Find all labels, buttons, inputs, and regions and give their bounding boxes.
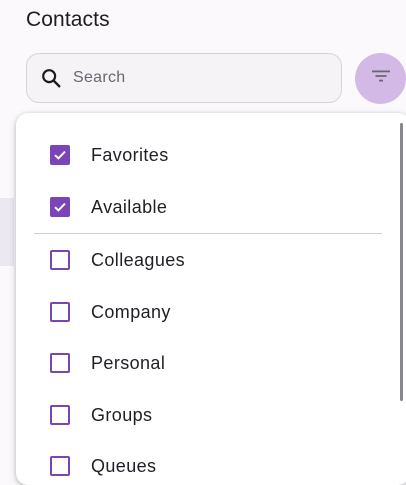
filter-option-label: Favorites xyxy=(91,144,169,165)
filter-option-label: Company xyxy=(91,301,171,322)
filter-option-label: Queues xyxy=(91,455,157,476)
checkbox-checked[interactable] xyxy=(50,197,70,217)
filter-option-label: Groups xyxy=(91,404,153,425)
filter-list-icon xyxy=(371,69,391,88)
checkbox-unchecked[interactable] xyxy=(50,405,70,425)
page-title: Contacts xyxy=(26,8,110,31)
background-list-highlight xyxy=(0,198,14,266)
filter-button[interactable] xyxy=(355,53,406,104)
search-icon xyxy=(39,66,63,90)
checkbox-checked[interactable] xyxy=(50,145,70,165)
search-input[interactable]: Search xyxy=(73,69,126,87)
filter-option-colleagues[interactable]: Colleagues xyxy=(16,234,396,286)
checkbox-unchecked[interactable] xyxy=(50,456,70,476)
filter-menu: Favorites Available Colleagues Company P… xyxy=(16,113,406,485)
filter-option-label: Personal xyxy=(91,352,166,373)
filter-option-personal[interactable]: Personal xyxy=(16,337,396,389)
filter-option-favorites[interactable]: Favorites xyxy=(16,129,396,181)
filter-option-groups[interactable]: Groups xyxy=(16,389,396,441)
filter-option-company[interactable]: Company xyxy=(16,286,396,338)
checkbox-unchecked[interactable] xyxy=(50,353,70,373)
menu-scrollbar[interactable] xyxy=(400,123,403,401)
filter-option-label: Colleagues xyxy=(91,249,186,270)
search-bar[interactable]: Search xyxy=(26,53,342,103)
filter-option-available[interactable]: Available xyxy=(16,181,396,233)
checkbox-unchecked[interactable] xyxy=(50,302,70,322)
filter-option-queues[interactable]: Queues xyxy=(16,440,396,485)
filter-option-label: Available xyxy=(91,196,168,217)
checkbox-unchecked[interactable] xyxy=(50,250,70,270)
